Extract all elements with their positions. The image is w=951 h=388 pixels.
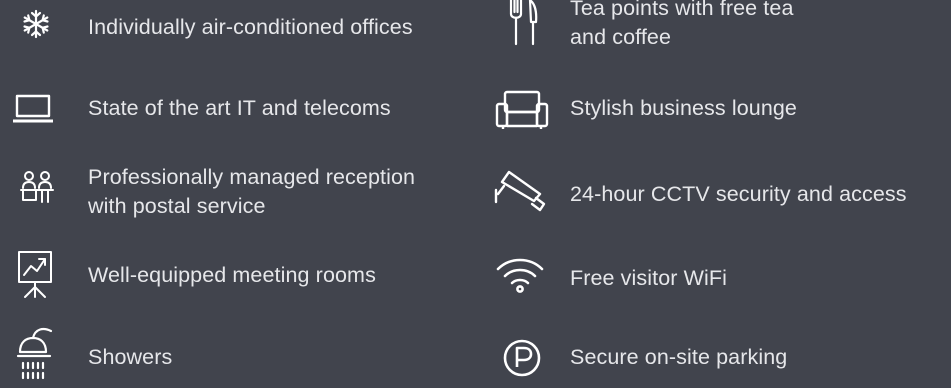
parking-icon [503, 339, 541, 377]
amenity-label-tea-points: Tea points with free tea and coffee [570, 0, 794, 49]
cctv-camera-icon [494, 168, 547, 216]
reception-icon [20, 170, 54, 204]
cutlery-icon [508, 0, 540, 48]
amenity-label-air-conditioning: Individually air-conditioned offices [88, 15, 413, 39]
amenity-label-business-lounge: Stylish business lounge [570, 96, 797, 120]
amenity-label-parking: Secure on-site parking [570, 345, 788, 369]
amenity-label-cctv: 24-hour CCTV security and access [570, 182, 907, 206]
laptop-icon [13, 94, 53, 124]
amenity-label-it-telecoms: State of the art IT and telecoms [88, 96, 391, 120]
shower-icon [16, 326, 57, 388]
amenity-label-reception: Professionally managed reception with po… [88, 165, 416, 218]
amenity-label-wifi: Free visitor WiFi [570, 266, 727, 290]
wifi-icon [496, 258, 544, 294]
snowflake-icon [22, 9, 50, 39]
presentation-board-icon [17, 251, 53, 299]
amenity-label-meeting-rooms: Well-equipped meeting rooms [88, 263, 376, 287]
amenity-label-showers: Showers [88, 345, 173, 369]
sofa-icon [495, 90, 549, 130]
amenities-panel: Individually air-conditioned offices Sta… [0, 0, 951, 388]
